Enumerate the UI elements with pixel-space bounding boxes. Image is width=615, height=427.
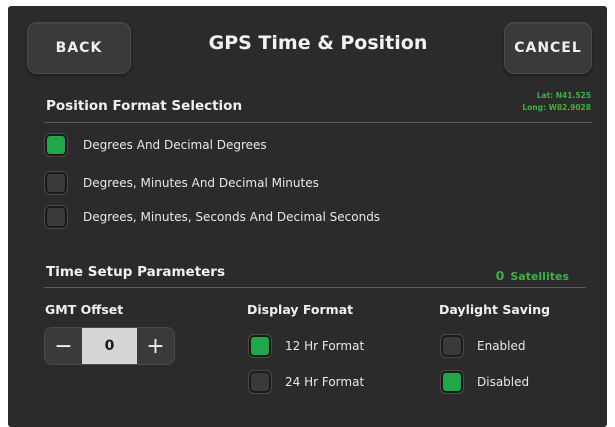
gmt-offset-stepper: − 0 + <box>44 327 175 365</box>
daylight-option-disabled[interactable]: Disabled <box>441 369 529 395</box>
format-option-12hr[interactable]: 12 Hr Format <box>249 333 364 359</box>
checkbox[interactable] <box>249 371 271 393</box>
option-label: Disabled <box>477 375 530 389</box>
gmt-offset-heading: GMT Offset <box>45 302 124 317</box>
decrement-button[interactable]: − <box>45 328 82 364</box>
option-label: Degrees, Minutes And Decimal Minutes <box>83 176 319 190</box>
latitude-readout: Lat: N41.525 <box>536 91 591 100</box>
checkbox[interactable] <box>45 134 67 156</box>
position-option-decimal-seconds[interactable]: Degrees, Minutes, Seconds And Decimal Se… <box>45 204 380 230</box>
checkbox[interactable] <box>441 371 463 393</box>
position-option-decimal-minutes[interactable]: Degrees, Minutes And Decimal Minutes <box>45 170 319 196</box>
checkbox[interactable] <box>45 206 67 228</box>
divider <box>44 122 592 123</box>
time-setup-heading: Time Setup Parameters <box>46 264 226 280</box>
increment-button[interactable]: + <box>137 328 174 364</box>
option-label: 24 Hr Format <box>285 375 365 389</box>
daylight-option-enabled[interactable]: Enabled <box>441 333 526 359</box>
satellite-label: Satellites <box>510 270 569 283</box>
daylight-saving-heading: Daylight Saving <box>439 302 551 317</box>
option-label: 12 Hr Format <box>285 339 365 353</box>
gps-coordinates: Lat: N41.525 Long: W82.9028 <box>522 90 591 114</box>
format-option-24hr[interactable]: 24 Hr Format <box>249 369 364 395</box>
option-label: Enabled <box>477 339 526 353</box>
checkbox[interactable] <box>45 172 67 194</box>
back-button[interactable]: BACK <box>27 22 131 74</box>
option-label: Degrees, Minutes, Seconds And Decimal Se… <box>83 210 381 224</box>
longitude-readout: Long: W82.9028 <box>522 103 591 112</box>
satellite-number: 0 <box>495 268 505 283</box>
position-option-decimal-degrees[interactable]: Degrees And Decimal Degrees <box>45 132 267 158</box>
cancel-button[interactable]: CANCEL <box>504 22 592 74</box>
position-format-heading: Position Format Selection <box>46 98 243 114</box>
checkbox[interactable] <box>441 335 463 357</box>
satellite-count: 0 Satellites <box>496 268 569 283</box>
divider <box>44 287 586 288</box>
option-label: Degrees And Decimal Degrees <box>83 138 267 152</box>
gmt-offset-value: 0 <box>82 328 137 364</box>
checkbox[interactable] <box>249 335 271 357</box>
page-title: GPS Time & Position <box>208 32 428 54</box>
display-format-heading: Display Format <box>247 302 354 317</box>
gps-settings-panel: BACK GPS Time & Position CANCEL Lat: N41… <box>8 6 607 427</box>
